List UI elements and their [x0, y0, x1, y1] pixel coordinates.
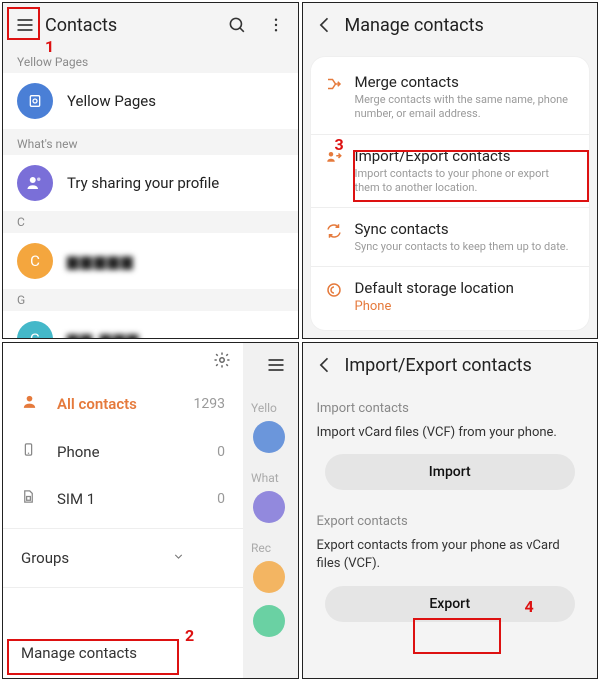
bg-avatar: [253, 605, 285, 637]
bg-avatar: [253, 491, 285, 523]
storage-icon: [325, 281, 355, 303]
drawer-item-manage-contacts[interactable]: Manage contacts: [3, 628, 243, 678]
row-subtitle: Import contacts to your phone or export …: [355, 167, 576, 196]
section-import: Import contacts: [317, 401, 584, 416]
contact-row[interactable]: G ▆▆ ▆▆▆: [3, 311, 298, 339]
drawer-count: 0: [217, 491, 225, 507]
row-title: Merge contacts: [355, 73, 576, 91]
import-export-icon: [325, 149, 355, 171]
row-merge-contacts[interactable]: Merge contacts Merge contacts with the s…: [311, 61, 590, 134]
drawer-label: All contacts: [57, 395, 194, 413]
page-title: Import/Export contacts: [345, 355, 532, 376]
panel-contacts-list: Contacts Yellow Pages Yellow Pages What'…: [2, 2, 299, 339]
chevron-down-icon: [172, 550, 185, 567]
row-subtitle: Sync your contacts to keep them up to da…: [355, 240, 569, 254]
contact-avatar: G: [17, 321, 53, 339]
more-icon[interactable]: [264, 13, 288, 37]
highlight-box: [413, 618, 501, 654]
contact-name-redacted: ▆▆▆▆▆: [67, 252, 135, 270]
import-description: Import vCard files (VCF) from your phone…: [317, 424, 584, 442]
row-subtitle: Merge contacts with the same name, phone…: [355, 93, 576, 122]
header: Contacts: [3, 3, 298, 47]
settings-icon[interactable]: [213, 351, 231, 374]
import-button[interactable]: Import: [325, 454, 576, 490]
header: Import/Export contacts: [303, 343, 598, 387]
row-title: Sync contacts: [355, 220, 569, 238]
panel-manage-contacts: Manage contacts Merge contacts Merge con…: [302, 2, 599, 339]
row-import-export[interactable]: Import/Export contacts Import contacts t…: [311, 134, 590, 208]
drawer-item-all-contacts[interactable]: All contacts 1293: [3, 379, 243, 428]
hamburger-icon[interactable]: [13, 13, 37, 37]
drawer-label: Phone: [57, 443, 217, 461]
section-export: Export contacts: [317, 514, 584, 529]
bg-avatar: [253, 561, 285, 593]
bg-label: What: [251, 471, 279, 485]
header: Manage contacts: [303, 3, 598, 47]
bg-avatar: [253, 421, 285, 453]
row-default-storage[interactable]: Default storage location Phone: [311, 266, 590, 326]
manage-label: Manage contacts: [21, 644, 137, 662]
list-item-label: Try sharing your profile: [67, 174, 219, 192]
page-title: Manage contacts: [345, 15, 484, 36]
letter-divider-g: G: [3, 289, 298, 311]
export-description: Export contacts from your phone as vCard…: [317, 537, 584, 573]
section-yellow-pages: Yellow Pages: [3, 47, 298, 73]
drawer-item-sim[interactable]: SIM 1 0: [3, 475, 243, 522]
contact-avatar: C: [17, 243, 53, 279]
row-value: Phone: [355, 299, 514, 314]
groups-label: Groups: [21, 549, 69, 567]
panel-drawer: All contacts 1293 Phone 0 SIM 1 0: [2, 342, 299, 679]
profile-icon: [17, 165, 53, 201]
drawer-count: 0: [217, 444, 225, 460]
yellow-pages-icon: [17, 83, 53, 119]
sim-icon: [21, 489, 43, 508]
bg-label: Rec: [251, 541, 271, 555]
search-icon[interactable]: [226, 13, 250, 37]
person-icon: [21, 393, 43, 414]
drawer-label: SIM 1: [57, 490, 217, 508]
merge-icon: [325, 75, 355, 97]
drawer-count: 1293: [194, 396, 225, 412]
row-title: Import/Export contacts: [355, 147, 576, 165]
phone-icon: [21, 442, 43, 461]
hamburger-icon: [266, 355, 286, 380]
list-item-share-profile[interactable]: Try sharing your profile: [3, 155, 298, 211]
sync-icon: [325, 222, 355, 244]
contact-row[interactable]: C ▆▆▆▆▆: [3, 233, 298, 289]
bg-label: Yello: [251, 401, 277, 415]
section-whats-new: What's new: [3, 129, 298, 155]
export-button[interactable]: Export: [325, 586, 576, 622]
row-title: Default storage location: [355, 279, 514, 297]
drawer-backdrop[interactable]: Yello What Rec: [243, 343, 298, 678]
drawer-item-groups[interactable]: Groups: [3, 535, 243, 581]
page-title: Contacts: [45, 15, 117, 36]
list-item-label: Yellow Pages: [67, 92, 156, 110]
row-sync-contacts[interactable]: Sync contacts Sync your contacts to keep…: [311, 207, 590, 266]
panel-import-export: Import/Export contacts Import contacts I…: [302, 342, 599, 679]
nav-drawer: All contacts 1293 Phone 0 SIM 1 0: [3, 343, 243, 678]
back-icon[interactable]: [313, 353, 337, 377]
letter-divider-c: C: [3, 211, 298, 233]
contact-name-redacted: ▆▆ ▆▆▆: [67, 330, 140, 339]
back-icon[interactable]: [313, 13, 337, 37]
settings-card: Merge contacts Merge contacts with the s…: [311, 57, 590, 330]
drawer-item-phone[interactable]: Phone 0: [3, 428, 243, 475]
list-item-yellow-pages[interactable]: Yellow Pages: [3, 73, 298, 129]
